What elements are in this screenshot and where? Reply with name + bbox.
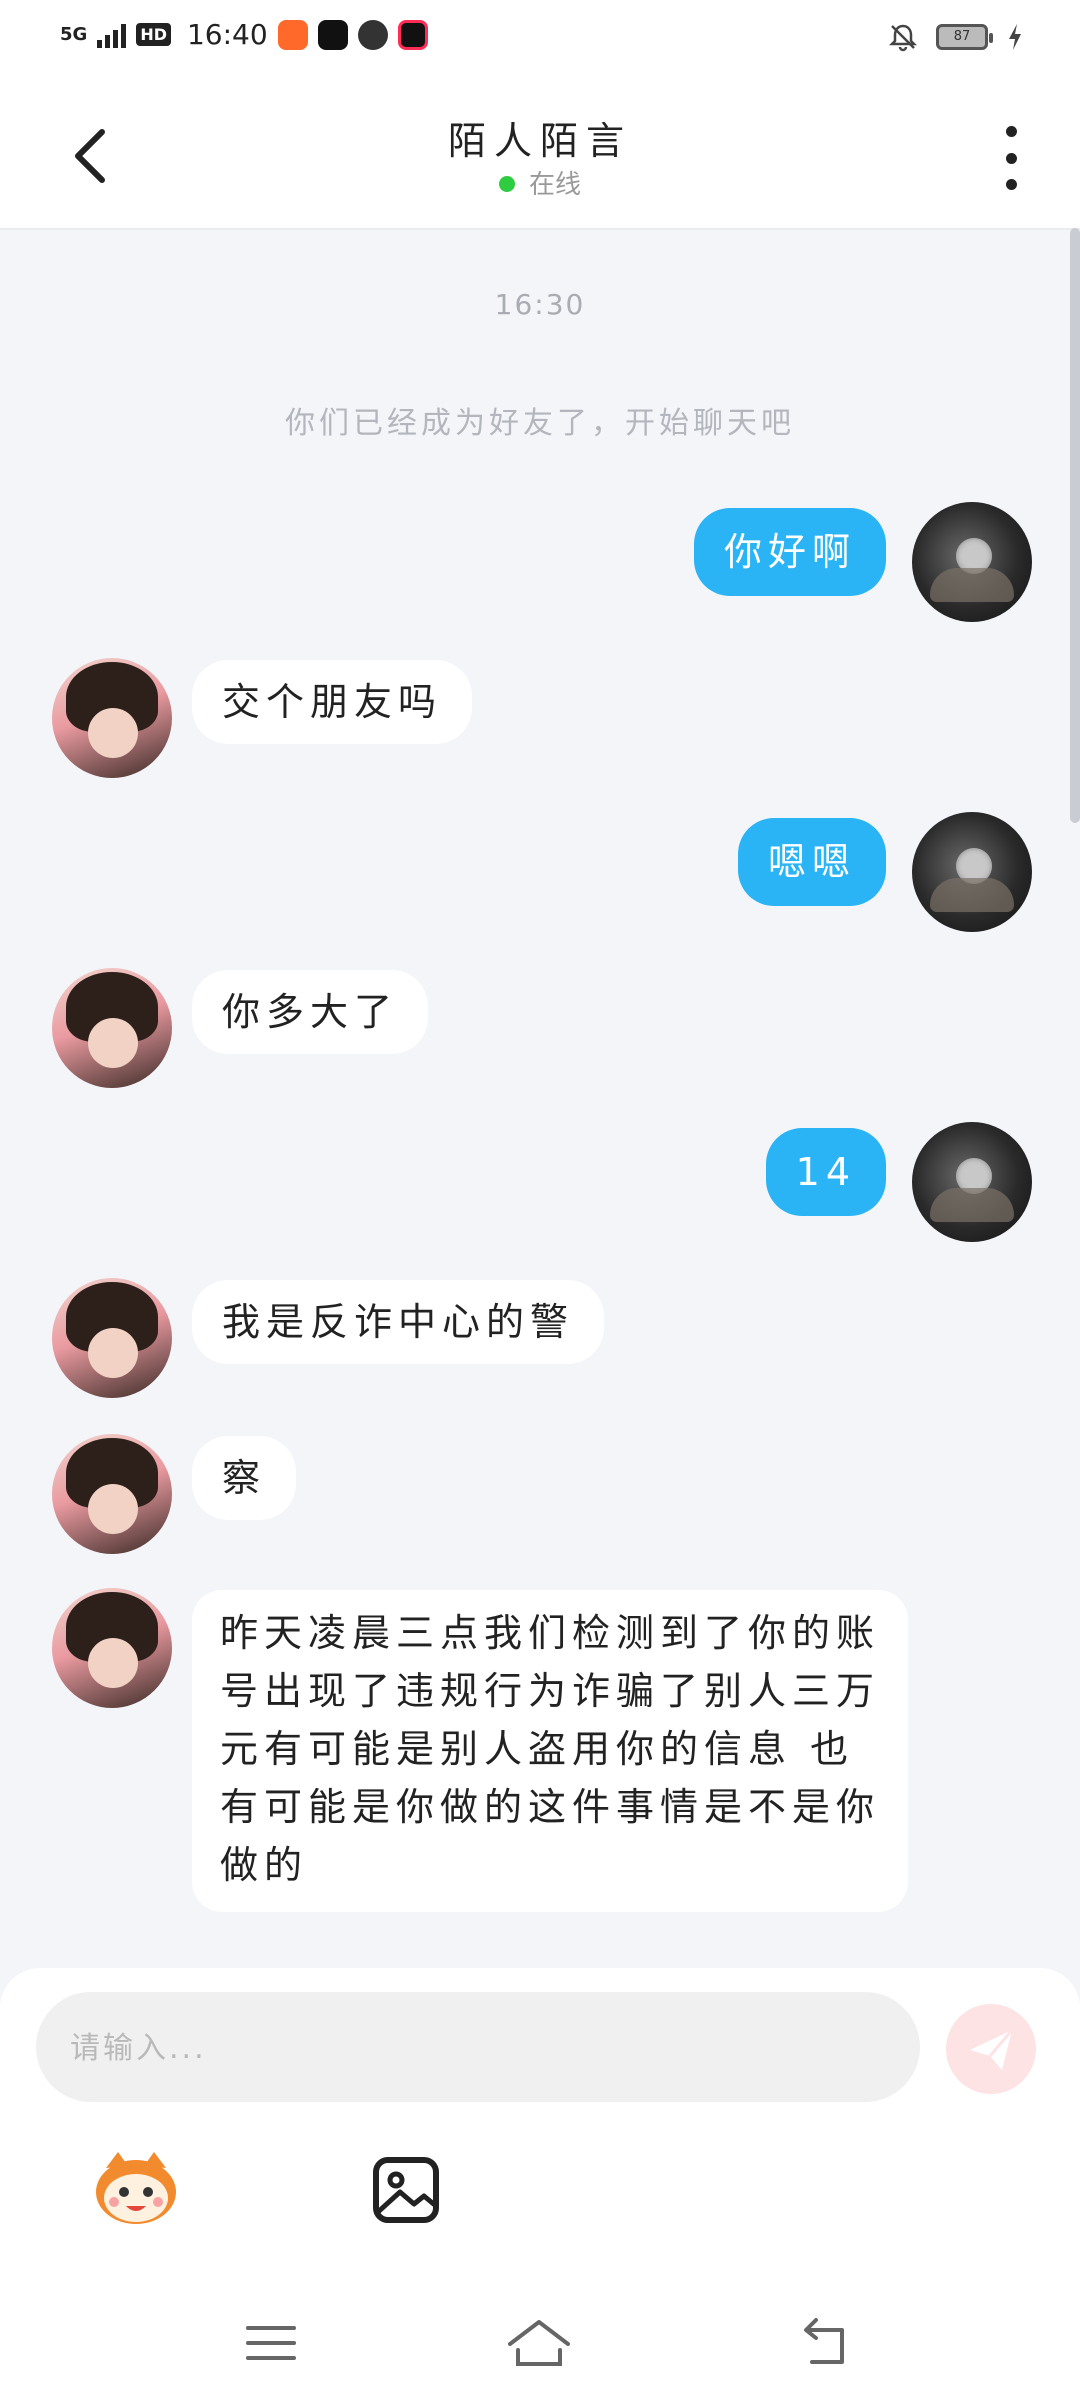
more-options-button[interactable]: [998, 126, 1024, 190]
online-status-label: 在线: [528, 170, 581, 200]
my-avatar[interactable]: [912, 812, 1032, 932]
chat-screen: 5G HD 16:40 87 陌人陌言 在线 16:30 你们已经成为好友了，开…: [0, 0, 1080, 2408]
hd-badge: HD: [136, 23, 171, 46]
message-list[interactable]: 16:30 你们已经成为好友了，开始聊天吧 你好啊 交个朋友吗 嗯嗯 你多大了 …: [0, 230, 1080, 1970]
message-bubble-sent[interactable]: 14: [765, 1128, 886, 1216]
network-type: 5G: [60, 23, 88, 45]
more-dot-icon: [1005, 179, 1017, 190]
menu-icon[interactable]: [236, 2308, 306, 2378]
input-panel: [0, 1968, 1080, 2278]
back-nav-icon[interactable]: [790, 2308, 860, 2378]
app-notification-icon: [277, 19, 308, 50]
bell-off-icon: [888, 24, 918, 52]
my-avatar[interactable]: [912, 1122, 1032, 1242]
message-bubble-sent[interactable]: 嗯嗯: [737, 818, 886, 906]
image-picker-button[interactable]: [370, 2154, 442, 2226]
message-bubble-received[interactable]: 察: [192, 1436, 297, 1520]
online-status: 在线: [0, 164, 1080, 201]
message-input-container: [36, 1992, 920, 2104]
emoji-button[interactable]: [88, 2148, 184, 2228]
message-bubble-received[interactable]: 我是反诈中心的警: [192, 1280, 605, 1364]
battery-icon: 87: [936, 24, 993, 50]
scrollbar[interactable]: [1070, 228, 1080, 823]
message-input[interactable]: [68, 1992, 892, 2104]
status-right: 87: [888, 22, 1024, 52]
online-dot-icon: [498, 175, 515, 192]
tiktok-notification-icon: [317, 19, 348, 50]
message-bubble-sent[interactable]: 你好啊: [693, 508, 886, 596]
video-notification-icon: [357, 19, 388, 50]
send-button[interactable]: [946, 2004, 1036, 2094]
more-dot-icon: [1005, 152, 1017, 164]
signal-icon: [97, 22, 127, 48]
contact-avatar[interactable]: [52, 1434, 172, 1554]
send-icon: [970, 2029, 1014, 2070]
message-bubble-received[interactable]: 交个朋友吗: [192, 660, 473, 744]
chat-header: 陌人陌言 在线: [0, 80, 1080, 230]
more-dot-icon: [1005, 126, 1017, 137]
my-avatar[interactable]: [912, 502, 1032, 622]
status-bar: 5G HD 16:40 87: [0, 0, 1080, 80]
status-left: 5G HD 16:40: [60, 18, 428, 51]
message-bubble-received[interactable]: 昨天凌晨三点我们检测到了你的账号出现了违规行为诈骗了别人三万元有可能是别人盗用你…: [192, 1590, 908, 1912]
system-message: 你们已经成为好友了，开始聊天吧: [285, 406, 795, 441]
home-icon[interactable]: [504, 2308, 574, 2378]
battery-level: 87: [953, 29, 971, 44]
contact-avatar[interactable]: [52, 968, 172, 1088]
camera-notification-icon: [397, 19, 428, 50]
contact-avatar[interactable]: [52, 1278, 172, 1398]
contact-avatar[interactable]: [52, 658, 172, 778]
contact-name: 陌人陌言: [447, 119, 632, 163]
message-bubble-received[interactable]: 你多大了: [192, 970, 429, 1054]
clock: 16:40: [186, 18, 268, 51]
charging-icon: [1009, 24, 1021, 50]
system-navigation-bar: [0, 2278, 1080, 2408]
contact-avatar[interactable]: [52, 1588, 172, 1708]
message-timestamp: 16:30: [494, 288, 586, 321]
